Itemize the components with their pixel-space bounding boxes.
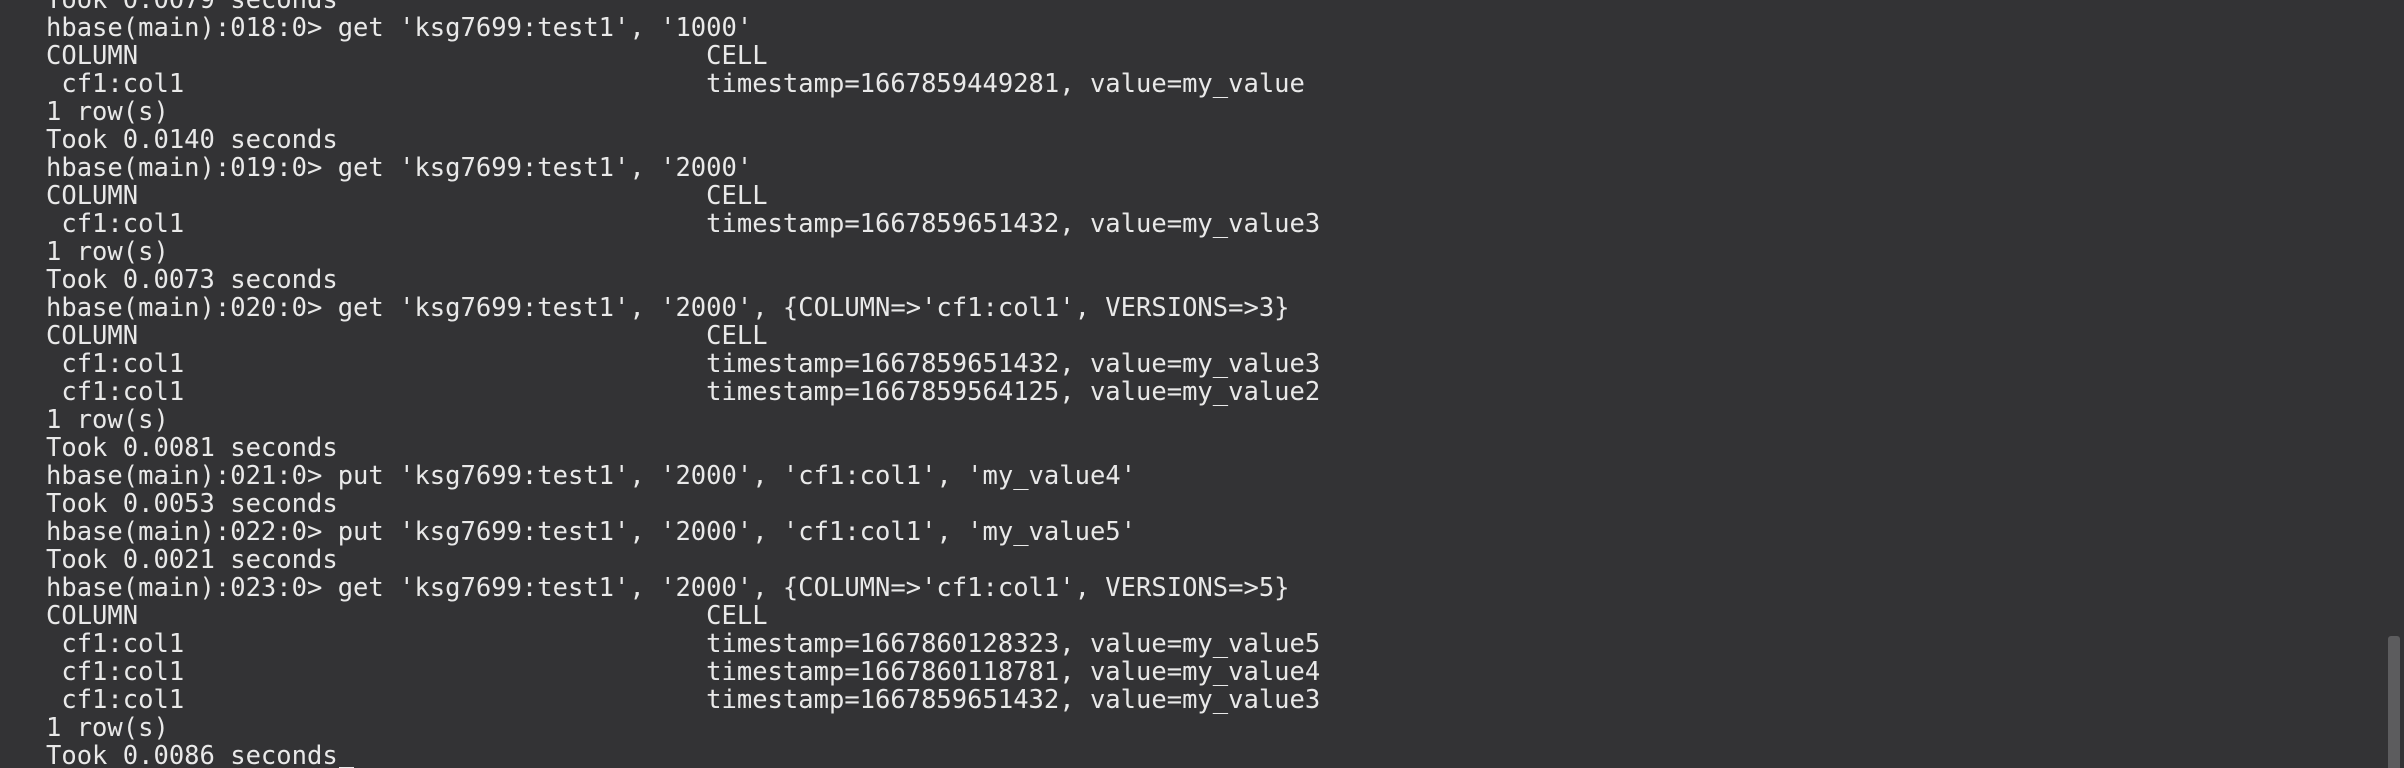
terminal-line: COLUMN CELL [46,181,768,211]
terminal-line: hbase(main):021:0> put 'ksg7699:test1', … [46,461,1137,491]
terminal-line: Took 0.0081 seconds [46,433,338,463]
terminal-line: Took 0.0073 seconds [46,265,338,295]
terminal-line: Took 0.0079 seconds [46,0,338,15]
terminal-window[interactable]: Took 0.0079 seconds hbase(main):018:0> g… [0,0,2404,768]
scrollbar-thumb[interactable] [2388,636,2400,768]
terminal-line: Took 0.0053 seconds [46,489,338,519]
terminal-line: hbase(main):020:0> get 'ksg7699:test1', … [46,293,1290,323]
terminal-line: cf1:col1 timestamp=1667859651432, value=… [46,685,1321,715]
terminal-line: cf1:col1 timestamp=1667859651432, value=… [46,349,1321,379]
terminal-line: 1 row(s) [46,713,169,743]
terminal-line-text: Took 0.0086 seconds [46,741,338,768]
terminal-line: COLUMN CELL [46,601,768,631]
terminal-line: 1 row(s) [46,237,169,267]
terminal-line: cf1:col1 timestamp=1667860118781, value=… [46,657,1321,687]
terminal-line: hbase(main):023:0> get 'ksg7699:test1', … [46,573,1290,603]
terminal-line: cf1:col1 timestamp=1667860128323, value=… [46,629,1321,659]
vertical-scrollbar[interactable] [2384,0,2404,768]
terminal-line: 1 row(s) [46,405,169,435]
terminal-line: COLUMN CELL [46,41,768,71]
terminal-output: Took 0.0079 seconds hbase(main):018:0> g… [46,0,1320,768]
terminal-line: cf1:col1 timestamp=1667859651432, value=… [46,209,1321,239]
terminal-line: hbase(main):019:0> get 'ksg7699:test1', … [46,153,753,183]
terminal-line: Took 0.0140 seconds [46,125,338,155]
terminal-line: 1 row(s) [46,97,169,127]
terminal-line: Took 0.0021 seconds [46,545,338,575]
terminal-line: cf1:col1 timestamp=1667859564125, value=… [46,377,1321,407]
terminal-line: cf1:col1 timestamp=1667859449281, value=… [46,69,1305,99]
terminal-prompt-line[interactable]: Took 0.0086 seconds [46,742,1320,768]
terminal-line: COLUMN CELL [46,321,768,351]
terminal-line: hbase(main):022:0> put 'ksg7699:test1', … [46,517,1137,547]
terminal-line: hbase(main):018:0> get 'ksg7699:test1', … [46,13,753,43]
